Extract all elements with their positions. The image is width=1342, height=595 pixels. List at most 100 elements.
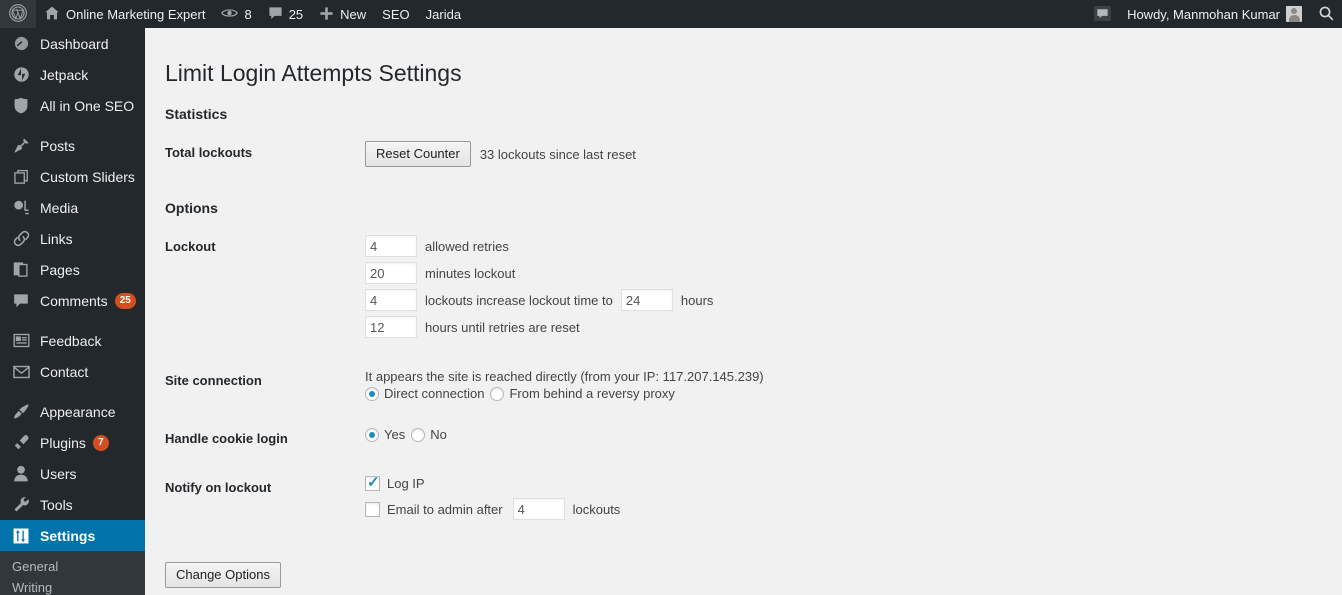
sidebar-separator <box>0 121 145 130</box>
wp-logo-menu[interactable] <box>0 0 36 28</box>
notifications-menu[interactable] <box>1086 0 1119 28</box>
site-connection-description: It appears the site is reached directly … <box>365 369 764 384</box>
sidebar-item-all-in-one-seo[interactable]: All in One SEO <box>0 90 145 121</box>
comments-menu[interactable]: 25 <box>260 0 311 28</box>
sidebar-subitem-general[interactable]: General <box>0 556 145 577</box>
lockouts-since-reset-text: 33 lockouts since last reset <box>479 146 636 162</box>
radio-direct-connection[interactable]: Direct connection <box>365 386 484 401</box>
radio-reverse-proxy-input[interactable] <box>490 386 505 401</box>
allowed-retries-text: allowed retries <box>425 238 509 254</box>
retries-reset-input[interactable] <box>365 316 417 338</box>
seo-label: SEO <box>382 6 410 22</box>
lockouts-increase-input[interactable] <box>365 289 417 311</box>
sidebar-item-label: Posts <box>40 137 76 154</box>
checkbox-email-admin-input[interactable] <box>365 501 380 517</box>
sidebar-item-label: Tools <box>40 496 73 513</box>
sidebar-item-feedback[interactable]: Feedback <box>0 325 145 356</box>
radio-cookie-no-label: No <box>430 427 447 442</box>
sidebar-item-label: Feedback <box>40 332 102 349</box>
radio-reverse-proxy[interactable]: From behind a reversy proxy <box>490 386 675 401</box>
cookie-login-label: Handle cookie login <box>165 431 288 446</box>
sidebar-item-appearance[interactable]: Appearance <box>0 396 145 427</box>
lockout-fields-cell: allowed retries minutes lockout lockouts… <box>365 222 1322 356</box>
site-name-menu[interactable]: Online Marketing Expert <box>36 0 213 28</box>
notify-on-lockout-label: Notify on lockout <box>165 480 272 495</box>
theme-menu[interactable]: Jarida <box>418 0 469 28</box>
total-lockouts-label: Total lockouts <box>165 145 253 160</box>
sidebar-item-settings[interactable]: Settings <box>0 520 145 551</box>
options-table: Lockout allowed retries minutes lockout … <box>165 222 1322 540</box>
sidebar-item-label: Pages <box>40 261 80 278</box>
minutes-lockout-text: minutes lockout <box>425 265 516 281</box>
notify-on-lockout-row: Notify on lockout Log IP Email to admin … <box>165 463 1322 540</box>
sidebar-item-comments[interactable]: Comments 25 <box>0 285 145 316</box>
wordpress-logo-icon <box>8 3 28 25</box>
sidebar-item-users[interactable]: Users <box>0 458 145 489</box>
site-connection-label: Site connection <box>165 373 262 388</box>
email-admin-lockouts-input[interactable] <box>512 498 565 520</box>
admin-bar: Online Marketing Expert 8 25 New SEO Jar… <box>0 0 1342 28</box>
pushpin-icon <box>11 136 31 156</box>
settings-wrap: Limit Login Attempts Settings Statistics… <box>145 28 1342 588</box>
new-content-menu[interactable]: New <box>311 0 374 28</box>
email-admin-lockouts-suffix: lockouts <box>572 501 621 517</box>
shield-icon <box>11 96 31 116</box>
sidebar-item-plugins[interactable]: Plugins 7 <box>0 427 145 458</box>
checkbox-email-admin[interactable]: Email to admin after <box>365 501 503 517</box>
checkbox-log-ip-input[interactable] <box>365 473 380 493</box>
user-icon <box>11 464 31 484</box>
plug-icon <box>11 433 31 453</box>
my-account-menu[interactable]: Howdy, Manmohan Kumar <box>1119 0 1310 28</box>
comment-bubble-icon <box>268 6 283 23</box>
settings-sliders-icon <box>11 526 31 546</box>
speech-bubble-icon <box>1094 5 1111 23</box>
link-chain-icon <box>11 229 31 249</box>
radio-cookie-no[interactable]: No <box>411 427 447 442</box>
lockout-row: Lockout allowed retries minutes lockout … <box>165 222 1322 356</box>
envelope-icon <box>11 362 31 382</box>
radio-reverse-proxy-label: From behind a reversy proxy <box>509 386 675 401</box>
sidebar-item-label: Comments <box>40 292 108 309</box>
total-lockouts-row: Total lockouts Reset Counter 33 lockouts… <box>165 128 1322 180</box>
change-options-button[interactable]: Change Options <box>165 562 281 588</box>
sidebar-item-custom-sliders[interactable]: Custom Sliders <box>0 161 145 192</box>
site-connection-row: Site connection It appears the site is r… <box>165 356 1322 414</box>
checkbox-log-ip[interactable]: Log IP <box>365 473 425 493</box>
site-connection-radio-group: Direct connection From behind a reversy … <box>365 386 1312 401</box>
sidebar-item-tools[interactable]: Tools <box>0 489 145 520</box>
allowed-retries-line: allowed retries <box>365 235 1312 257</box>
search-toggle[interactable] <box>1310 0 1342 28</box>
search-icon <box>1318 5 1334 23</box>
radio-cookie-yes-label: Yes <box>384 427 406 442</box>
plus-icon <box>319 6 334 23</box>
comments-count: 25 <box>288 6 304 22</box>
sidebar-item-pages[interactable]: Pages <box>0 254 145 285</box>
page-title: Limit Login Attempts Settings <box>165 60 462 86</box>
increase-hours-input[interactable] <box>620 289 673 311</box>
sidebar-item-dashboard[interactable]: Dashboard <box>0 28 145 59</box>
sidebar-item-media[interactable]: Media <box>0 192 145 223</box>
radio-cookie-yes[interactable]: Yes <box>365 427 405 442</box>
checkbox-email-admin-label: Email to admin after <box>387 501 503 517</box>
lockouts-increase-text: lockouts increase lockout time to <box>425 292 613 308</box>
allowed-retries-input[interactable] <box>365 235 417 257</box>
seo-menu[interactable]: SEO <box>374 0 417 28</box>
sidebar-item-label: Custom Sliders <box>40 168 135 185</box>
sidebar-separator <box>0 316 145 325</box>
sidebar-item-jetpack[interactable]: Jetpack <box>0 59 145 90</box>
checkbox-log-ip-label: Log IP <box>387 476 425 491</box>
minutes-lockout-input[interactable] <box>365 262 417 284</box>
updates-menu[interactable]: 8 <box>213 0 259 28</box>
radio-cookie-no-input[interactable] <box>411 427 426 442</box>
reset-counter-button[interactable]: Reset Counter <box>365 141 471 167</box>
cookie-login-row: Handle cookie login Yes No <box>165 414 1322 463</box>
sidebar-item-links[interactable]: Links <box>0 223 145 254</box>
feedback-form-icon <box>11 331 31 351</box>
sidebar-subitem-writing[interactable]: Writing <box>0 577 145 595</box>
comments-count-badge: 25 <box>114 292 136 309</box>
sidebar-item-posts[interactable]: Posts <box>0 130 145 161</box>
radio-cookie-yes-input[interactable] <box>365 427 379 442</box>
theme-label: Jarida <box>425 6 462 22</box>
radio-direct-connection-input[interactable] <box>365 386 379 401</box>
sidebar-item-contact[interactable]: Contact <box>0 356 145 387</box>
